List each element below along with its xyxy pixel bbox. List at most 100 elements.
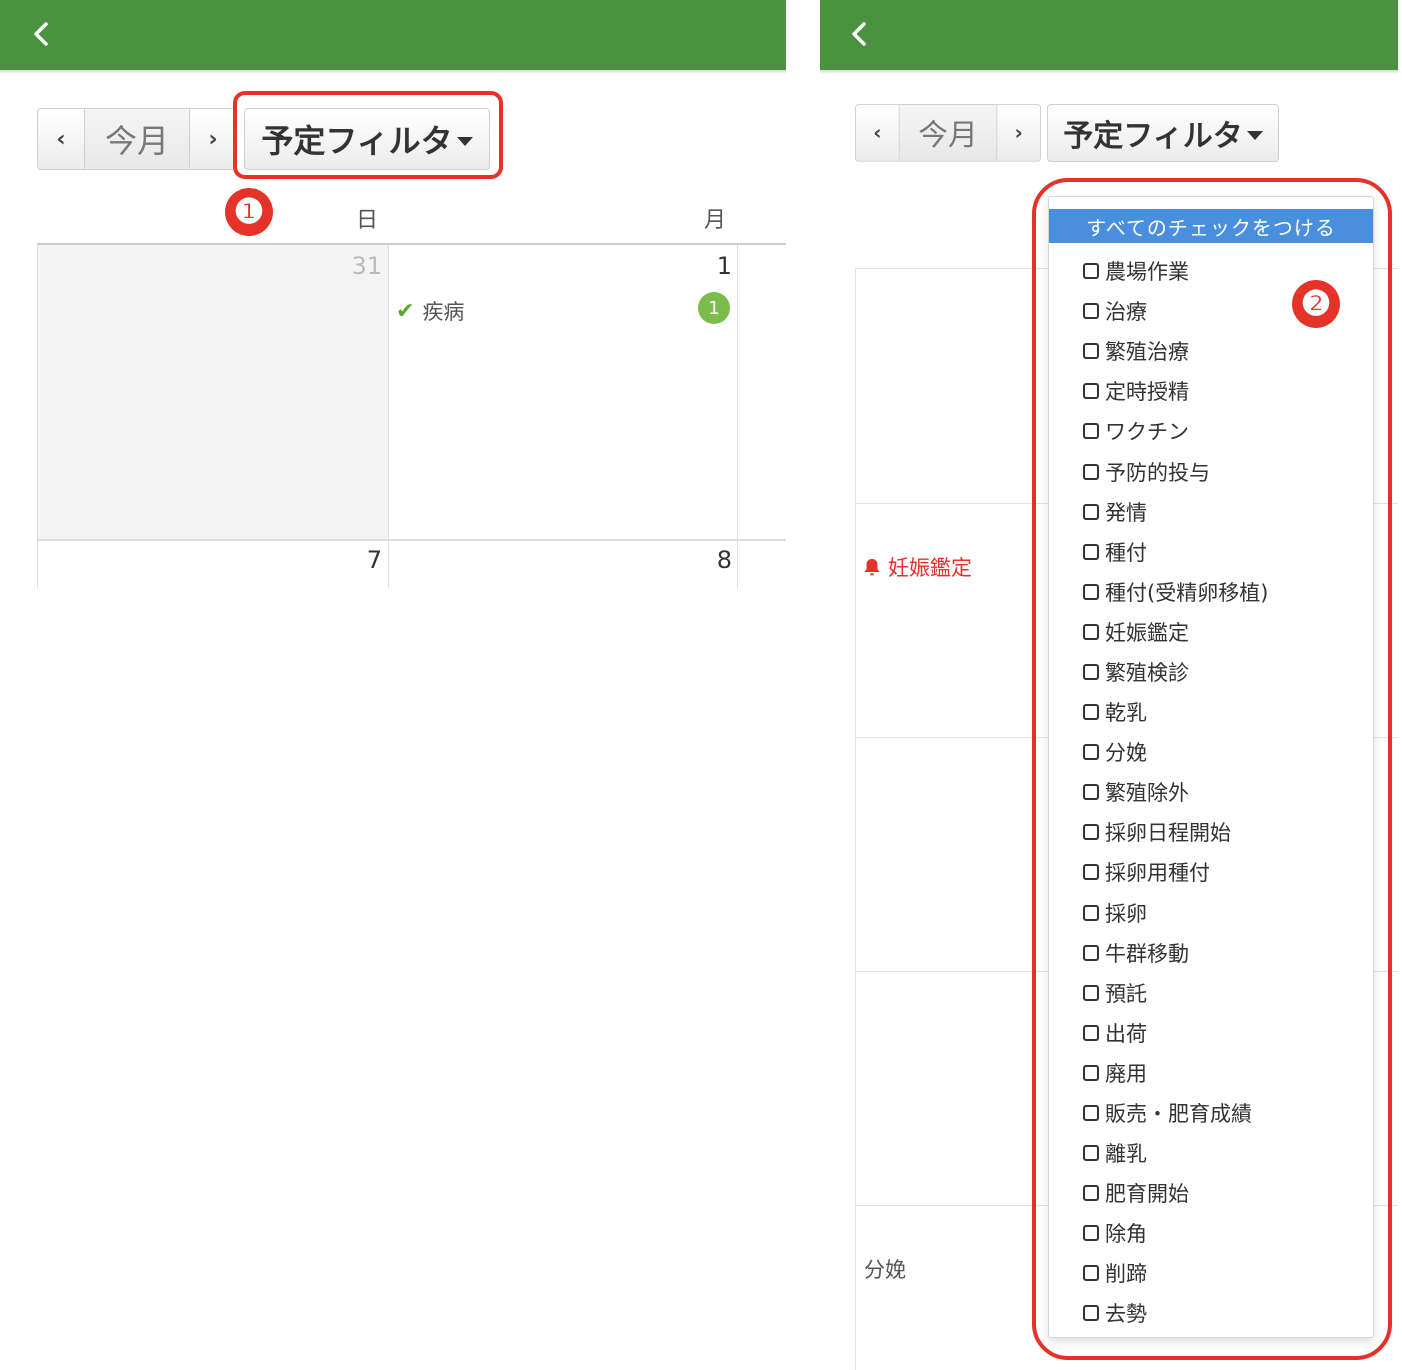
filter-option[interactable]: 妊娠鑑定 — [1083, 612, 1268, 652]
filter-option[interactable]: ワクチン — [1083, 411, 1268, 451]
grid-line — [37, 245, 38, 588]
calendar-event-pregnancy-check[interactable]: 妊娠鑑定 — [862, 552, 972, 582]
filter-option[interactable]: 定時授精 — [1083, 371, 1268, 411]
calendar-screen-filter-open: ‹ 今月 › 予定フィルタ 妊娠鑑定 分娩 すべてのチェックをつける 農場作業治… — [820, 0, 1402, 1370]
checkbox[interactable] — [1083, 543, 1099, 560]
checkbox[interactable] — [1083, 704, 1099, 721]
weekday-monday: 月 — [704, 208, 727, 233]
filter-option-label: 牛群移動 — [1105, 941, 1189, 966]
schedule-filter-label: 予定フィルタ — [1063, 119, 1243, 154]
checkbox[interactable] — [1083, 423, 1099, 440]
filter-option-label: 去勢 — [1105, 1302, 1147, 1327]
filter-option-label: 定時授精 — [1105, 380, 1189, 405]
checkbox[interactable] — [1083, 1225, 1099, 1242]
filter-option[interactable]: 預託 — [1083, 973, 1268, 1013]
bell-icon — [864, 559, 880, 576]
schedule-filter-button[interactable]: 予定フィルタ — [244, 108, 490, 170]
this-month-button[interactable]: 今月 — [899, 104, 997, 162]
filter-option[interactable]: 採卵 — [1083, 893, 1268, 933]
calendar-event-calving[interactable]: 分娩 — [864, 1254, 906, 1284]
checkbox[interactable] — [1083, 1105, 1099, 1122]
next-month-button[interactable]: › — [189, 108, 237, 170]
checkbox[interactable] — [1083, 343, 1099, 360]
filter-option[interactable]: 採卵用種付 — [1083, 852, 1268, 892]
month-navigation: ‹ 今月 › — [855, 104, 1041, 162]
checkmark-icon: ✔ — [396, 298, 415, 324]
checkbox[interactable] — [1083, 383, 1099, 400]
filter-option[interactable]: 発情 — [1083, 492, 1268, 532]
filter-option-label: 乾乳 — [1105, 701, 1147, 726]
checkbox[interactable] — [1083, 303, 1099, 320]
checkbox[interactable] — [1083, 1185, 1099, 1202]
checkbox[interactable] — [1083, 463, 1099, 480]
filter-option[interactable]: 牛群移動 — [1083, 933, 1268, 973]
prev-month-button[interactable]: ‹ — [855, 104, 900, 162]
app-header — [0, 0, 786, 74]
filter-option[interactable]: 出荷 — [1083, 1013, 1268, 1053]
checkbox[interactable] — [1083, 623, 1099, 640]
prev-month-button[interactable]: ‹ — [37, 108, 85, 170]
filter-option[interactable]: 治療 — [1083, 291, 1268, 331]
day-cell-31[interactable] — [38, 245, 388, 540]
checkbox[interactable] — [1083, 1145, 1099, 1162]
next-month-button[interactable]: › — [996, 104, 1041, 162]
filter-option-label: 発情 — [1105, 500, 1147, 525]
event-label: 分娩 — [864, 1258, 906, 1282]
filter-option[interactable]: 削蹄 — [1083, 1253, 1268, 1293]
filter-option-label: 治療 — [1105, 300, 1147, 325]
filter-option[interactable]: 廃用 — [1083, 1053, 1268, 1093]
checkbox[interactable] — [1083, 744, 1099, 761]
checkbox[interactable] — [1083, 824, 1099, 841]
filter-option-label: 販売・肥育成績 — [1105, 1102, 1252, 1127]
filter-option-label: 妊娠鑑定 — [1105, 620, 1189, 645]
checkbox[interactable] — [1083, 944, 1099, 961]
checkbox[interactable] — [1083, 503, 1099, 520]
filter-option-label: 預託 — [1105, 981, 1147, 1006]
filter-option-label: 繁殖検診 — [1105, 660, 1189, 685]
step-2-badge: ❷ — [1292, 280, 1340, 328]
filter-option[interactable]: 乾乳 — [1083, 692, 1268, 732]
calendar-screen-before: ‹ 今月 › 予定フィルタ ❶ 日 月 31 1 7 8 ✔ 疾病 1 — [0, 0, 786, 588]
filter-option[interactable]: 除角 — [1083, 1213, 1268, 1253]
app-header — [820, 0, 1398, 74]
filter-option[interactable]: 農場作業 — [1083, 251, 1268, 291]
schedule-filter-button[interactable]: 予定フィルタ — [1047, 104, 1279, 162]
checkbox[interactable] — [1083, 984, 1099, 1001]
check-all-option[interactable]: すべてのチェックをつける — [1049, 209, 1373, 243]
filter-option-label: 繁殖除外 — [1105, 781, 1189, 806]
checkbox[interactable] — [1083, 864, 1099, 881]
filter-option[interactable]: 去勢 — [1083, 1293, 1268, 1333]
filter-option[interactable]: 離乳 — [1083, 1133, 1268, 1173]
chevron-left-icon — [852, 22, 866, 46]
this-month-button[interactable]: 今月 — [85, 108, 189, 170]
calendar-event-disease[interactable]: ✔ 疾病 — [396, 296, 464, 326]
day-number-1: 1 — [716, 252, 732, 280]
back-button[interactable] — [26, 16, 56, 52]
checkbox[interactable] — [1083, 784, 1099, 801]
checkbox[interactable] — [1083, 663, 1099, 680]
checkbox[interactable] — [1083, 1064, 1099, 1081]
filter-option[interactable]: 販売・肥育成績 — [1083, 1093, 1268, 1133]
back-button[interactable] — [844, 16, 874, 52]
month-navigation: ‹ 今月 › — [37, 108, 237, 170]
filter-option[interactable]: 種付(受精卵移植) — [1083, 572, 1268, 612]
checkbox[interactable] — [1083, 583, 1099, 600]
checkbox[interactable] — [1083, 904, 1099, 921]
filter-option[interactable]: 肥育開始 — [1083, 1173, 1268, 1213]
checkbox[interactable] — [1083, 1305, 1099, 1322]
checkbox[interactable] — [1083, 1265, 1099, 1282]
filter-option-label: 予防的投与 — [1105, 460, 1210, 485]
checkbox[interactable] — [1083, 1024, 1099, 1041]
filter-option[interactable]: 種付 — [1083, 532, 1268, 572]
filter-option[interactable]: 繁殖治療 — [1083, 331, 1268, 371]
filter-option[interactable]: 予防的投与 — [1083, 451, 1268, 491]
filter-option-label: ワクチン — [1105, 420, 1189, 445]
grid-line — [37, 539, 786, 541]
filter-option[interactable]: 繁殖検診 — [1083, 652, 1268, 692]
filter-option[interactable]: 採卵日程開始 — [1083, 812, 1268, 852]
filter-option[interactable]: 繁殖除外 — [1083, 772, 1268, 812]
filter-option-label: 採卵 — [1105, 901, 1147, 926]
checkbox[interactable] — [1083, 263, 1099, 280]
filter-option-label: 離乳 — [1105, 1142, 1147, 1167]
filter-option[interactable]: 分娩 — [1083, 732, 1268, 772]
